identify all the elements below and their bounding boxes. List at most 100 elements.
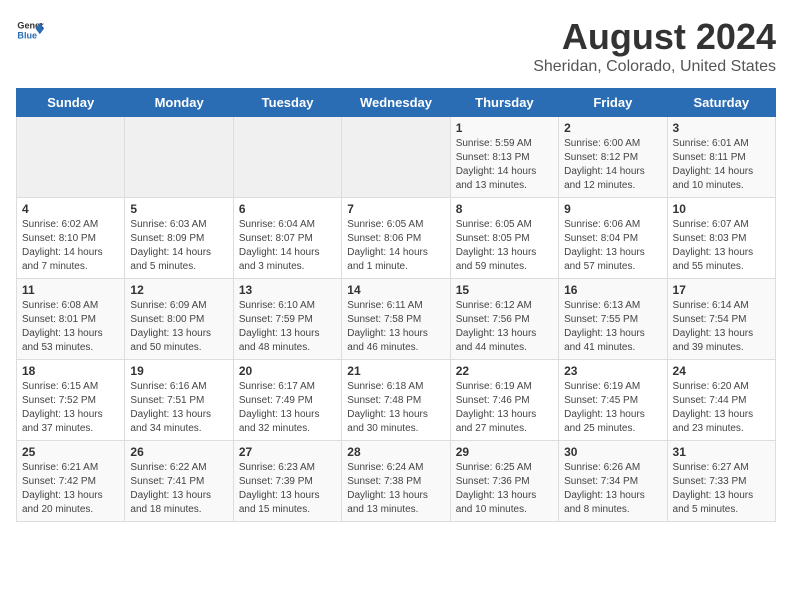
calendar-cell: 2Sunrise: 6:00 AM Sunset: 8:12 PM Daylig…: [559, 117, 667, 198]
cell-content: Sunrise: 6:12 AM Sunset: 7:56 PM Dayligh…: [456, 299, 553, 355]
cell-content: Sunrise: 6:21 AM Sunset: 7:42 PM Dayligh…: [22, 461, 119, 517]
day-number: 17: [673, 283, 770, 297]
calendar-body: 1Sunrise: 5:59 AM Sunset: 8:13 PM Daylig…: [17, 117, 776, 522]
day-number: 28: [347, 445, 444, 459]
calendar-cell: 6Sunrise: 6:04 AM Sunset: 8:07 PM Daylig…: [233, 198, 341, 279]
cell-content: Sunrise: 6:23 AM Sunset: 7:39 PM Dayligh…: [239, 461, 336, 517]
calendar-cell: 21Sunrise: 6:18 AM Sunset: 7:48 PM Dayli…: [342, 360, 450, 441]
cell-content: Sunrise: 6:06 AM Sunset: 8:04 PM Dayligh…: [564, 218, 661, 274]
logo-icon: General Blue: [16, 16, 44, 44]
day-number: 9: [564, 202, 661, 216]
calendar-cell: 19 Sunrise: 6:16 AM Sunset: 7:51 PM Dayli…: [125, 360, 233, 441]
cell-content: Sunrise: 6:27 AM Sunset: 7:33 PM Dayligh…: [673, 461, 770, 517]
day-number: 10: [673, 202, 770, 216]
calendar-cell: 18 Sunrise: 6:15 AM Sunset: 7:52 PM Dayli…: [17, 360, 125, 441]
calendar-cell: 9 Sunrise: 6:06 AM Sunset: 8:04 PM Daylig…: [559, 198, 667, 279]
subtitle: Sheridan, Colorado, United States: [533, 58, 776, 76]
cell-content: Sunrise: 6:22 AM Sunset: 7:41 PM Dayligh…: [130, 461, 227, 517]
header: General Blue August 2024 Sheridan, Color…: [16, 16, 776, 76]
day-number: 23: [564, 364, 661, 378]
day-number: 24: [673, 364, 770, 378]
calendar-week-row: 25 Sunrise: 6:21 AM Sunset: 7:42 PM Dayli…: [17, 441, 776, 522]
day-number: 31: [673, 445, 770, 459]
day-number: 7: [347, 202, 444, 216]
calendar-cell: 8 Sunrise: 6:05 AM Sunset: 8:05 PM Daylig…: [450, 198, 558, 279]
day-number: 15: [456, 283, 553, 297]
title-section: August 2024 Sheridan, Colorado, United S…: [533, 16, 776, 76]
calendar-table: SundayMondayTuesdayWednesdayThursdayFrid…: [16, 88, 776, 522]
calendar-cell: 7 Sunrise: 6:05 AM Sunset: 8:06 PM Daylig…: [342, 198, 450, 279]
cell-content: Sunrise: 6:17 AM Sunset: 7:49 PM Dayligh…: [239, 380, 336, 436]
cell-content: Sunrise: 6:00 AM Sunset: 8:12 PM Dayligh…: [564, 137, 661, 193]
main-title: August 2024: [533, 16, 776, 58]
cell-content: Sunrise: 6:03 AM Sunset: 8:09 PM Dayligh…: [130, 218, 227, 274]
day-number: 18: [22, 364, 119, 378]
cell-content: Sunrise: 6:14 AM Sunset: 7:54 PM Dayligh…: [673, 299, 770, 355]
calendar-cell: 16 Sunrise: 6:13 AM Sunset: 7:55 PM Dayli…: [559, 279, 667, 360]
cell-content: Sunrise: 6:05 AM Sunset: 8:06 PM Dayligh…: [347, 218, 444, 274]
day-number: 4: [22, 202, 119, 216]
day-number: 11: [22, 283, 119, 297]
calendar-cell: 15 Sunrise: 6:12 AM Sunset: 7:56 PM Dayli…: [450, 279, 558, 360]
calendar-cell: 10 Sunrise: 6:07 AM Sunset: 8:03 PM Dayli…: [667, 198, 775, 279]
day-number: 25: [22, 445, 119, 459]
cell-content: Sunrise: 6:07 AM Sunset: 8:03 PM Dayligh…: [673, 218, 770, 274]
calendar-week-row: 18 Sunrise: 6:15 AM Sunset: 7:52 PM Dayli…: [17, 360, 776, 441]
calendar-cell: 3Sunrise: 6:01 AM Sunset: 8:11 PM Daylig…: [667, 117, 775, 198]
day-number: 13: [239, 283, 336, 297]
day-number: 16: [564, 283, 661, 297]
calendar-cell: 11Sunrise: 6:08 AM Sunset: 8:01 PM Dayli…: [17, 279, 125, 360]
calendar-cell: [342, 117, 450, 198]
day-number: 22: [456, 364, 553, 378]
calendar-cell: 30 Sunrise: 6:26 AM Sunset: 7:34 PM Dayli…: [559, 441, 667, 522]
weekday-header: Monday: [125, 89, 233, 117]
weekday-header: Sunday: [17, 89, 125, 117]
weekday-header: Wednesday: [342, 89, 450, 117]
weekday-header: Tuesday: [233, 89, 341, 117]
calendar-cell: 26 Sunrise: 6:22 AM Sunset: 7:41 PM Dayli…: [125, 441, 233, 522]
cell-content: Sunrise: 6:10 AM Sunset: 7:59 PM Dayligh…: [239, 299, 336, 355]
day-number: 5: [130, 202, 227, 216]
day-number: 12: [130, 283, 227, 297]
calendar-cell: [125, 117, 233, 198]
calendar-cell: 13 Sunrise: 6:10 AM Sunset: 7:59 PM Dayli…: [233, 279, 341, 360]
day-number: 20: [239, 364, 336, 378]
cell-content: Sunrise: 6:02 AM Sunset: 8:10 PM Dayligh…: [22, 218, 119, 274]
weekday-row: SundayMondayTuesdayWednesdayThursdayFrid…: [17, 89, 776, 117]
day-number: 27: [239, 445, 336, 459]
weekday-header: Saturday: [667, 89, 775, 117]
calendar-cell: [233, 117, 341, 198]
cell-content: Sunrise: 6:09 AM Sunset: 8:00 PM Dayligh…: [130, 299, 227, 355]
cell-content: Sunrise: 6:15 AM Sunset: 7:52 PM Dayligh…: [22, 380, 119, 436]
cell-content: Sunrise: 6:25 AM Sunset: 7:36 PM Dayligh…: [456, 461, 553, 517]
calendar-header: SundayMondayTuesdayWednesdayThursdayFrid…: [17, 89, 776, 117]
calendar-cell: 12 Sunrise: 6:09 AM Sunset: 8:00 PM Dayli…: [125, 279, 233, 360]
weekday-header: Friday: [559, 89, 667, 117]
calendar-cell: 28 Sunrise: 6:24 AM Sunset: 7:38 PM Dayli…: [342, 441, 450, 522]
calendar-cell: 14Sunrise: 6:11 AM Sunset: 7:58 PM Dayli…: [342, 279, 450, 360]
cell-content: Sunrise: 6:13 AM Sunset: 7:55 PM Dayligh…: [564, 299, 661, 355]
day-number: 30: [564, 445, 661, 459]
day-number: 14: [347, 283, 444, 297]
day-number: 26: [130, 445, 227, 459]
svg-text:Blue: Blue: [17, 30, 37, 40]
calendar-cell: 4 Sunrise: 6:02 AM Sunset: 8:10 PM Daylig…: [17, 198, 125, 279]
calendar-cell: [17, 117, 125, 198]
day-number: 19: [130, 364, 227, 378]
weekday-header: Thursday: [450, 89, 558, 117]
cell-content: Sunrise: 5:59 AM Sunset: 8:13 PM Dayligh…: [456, 137, 553, 193]
cell-content: Sunrise: 6:16 AM Sunset: 7:51 PM Dayligh…: [130, 380, 227, 436]
cell-content: Sunrise: 6:24 AM Sunset: 7:38 PM Dayligh…: [347, 461, 444, 517]
cell-content: Sunrise: 6:19 AM Sunset: 7:45 PM Dayligh…: [564, 380, 661, 436]
calendar-cell: 17 Sunrise: 6:14 AM Sunset: 7:54 PM Dayli…: [667, 279, 775, 360]
calendar-cell: 27 Sunrise: 6:23 AM Sunset: 7:39 PM Dayli…: [233, 441, 341, 522]
calendar-cell: 1Sunrise: 5:59 AM Sunset: 8:13 PM Daylig…: [450, 117, 558, 198]
cell-content: Sunrise: 6:26 AM Sunset: 7:34 PM Dayligh…: [564, 461, 661, 517]
day-number: 29: [456, 445, 553, 459]
calendar-cell: 22Sunrise: 6:19 AM Sunset: 7:46 PM Dayli…: [450, 360, 558, 441]
cell-content: Sunrise: 6:20 AM Sunset: 7:44 PM Dayligh…: [673, 380, 770, 436]
day-number: 8: [456, 202, 553, 216]
cell-content: Sunrise: 6:04 AM Sunset: 8:07 PM Dayligh…: [239, 218, 336, 274]
calendar-cell: 20 Sunrise: 6:17 AM Sunset: 7:49 PM Dayli…: [233, 360, 341, 441]
cell-content: Sunrise: 6:05 AM Sunset: 8:05 PM Dayligh…: [456, 218, 553, 274]
